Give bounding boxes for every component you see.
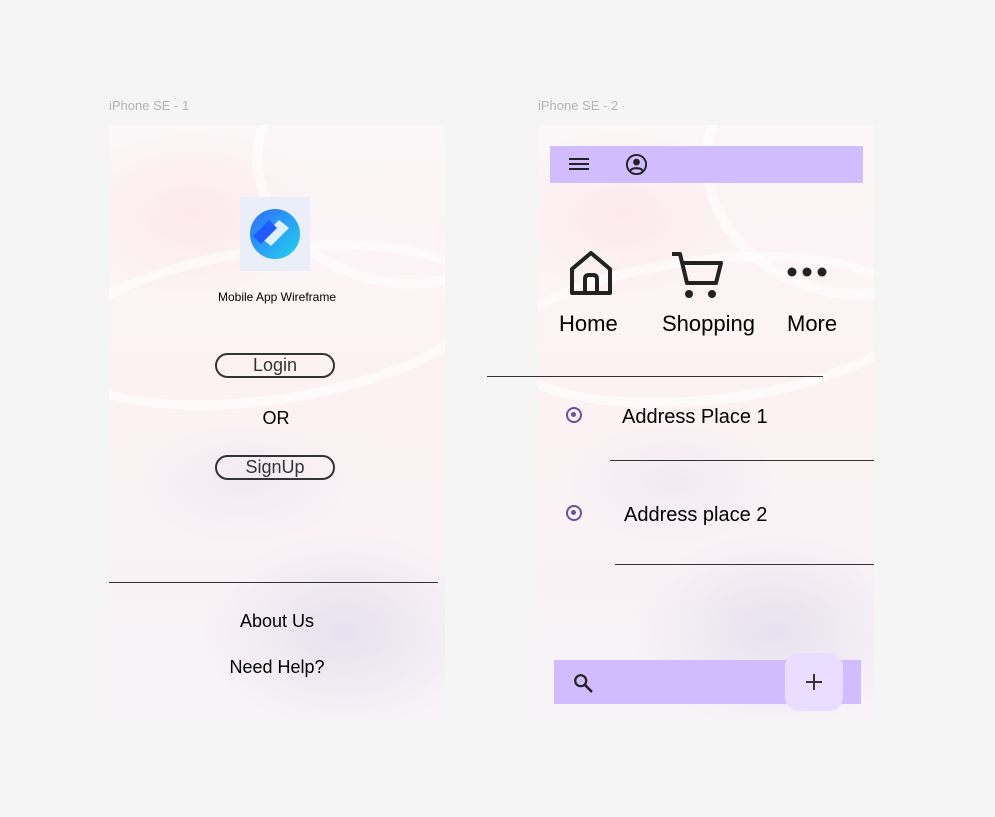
- search-icon[interactable]: [572, 672, 594, 694]
- frame-title-1: iPhone SE - 1: [109, 98, 190, 113]
- nav-more-label[interactable]: More: [787, 311, 837, 337]
- cart-icon[interactable]: [670, 251, 724, 301]
- signup-button[interactable]: SignUp: [215, 455, 335, 480]
- account-icon[interactable]: [625, 153, 648, 176]
- phone-frame-home: Home Shopping More Address Place 1 Addre…: [538, 125, 874, 720]
- app-name: Mobile App Wireframe: [217, 290, 337, 304]
- top-app-bar: [550, 146, 863, 183]
- address-divider-2: [615, 564, 874, 565]
- add-fab-button[interactable]: [785, 653, 843, 711]
- address-1-radio[interactable]: [566, 407, 582, 423]
- address-divider-1: [610, 460, 874, 461]
- address-2-label[interactable]: Address place 2: [624, 504, 767, 527]
- more-icon[interactable]: [787, 265, 827, 279]
- app-logo: [240, 197, 310, 271]
- nav-divider: [487, 376, 823, 377]
- address-2-radio[interactable]: [566, 505, 582, 521]
- footer-divider: [109, 582, 438, 583]
- logo-icon: [250, 209, 300, 259]
- nav-shopping-label[interactable]: Shopping: [662, 311, 755, 337]
- menu-icon[interactable]: [569, 156, 589, 172]
- need-help-link[interactable]: Need Help?: [109, 657, 445, 678]
- or-separator: OR: [262, 408, 290, 428]
- plus-icon: [806, 674, 822, 690]
- phone-frame-login: Mobile App Wireframe Login OR SignUp Abo…: [109, 125, 445, 720]
- frame-title-2: iPhone SE - 2: [538, 98, 619, 113]
- about-us-link[interactable]: About Us: [109, 611, 445, 632]
- login-button[interactable]: Login: [215, 353, 335, 378]
- home-icon[interactable]: [568, 249, 614, 297]
- nav-home-label[interactable]: Home: [559, 311, 618, 337]
- address-1-label[interactable]: Address Place 1: [622, 406, 768, 429]
